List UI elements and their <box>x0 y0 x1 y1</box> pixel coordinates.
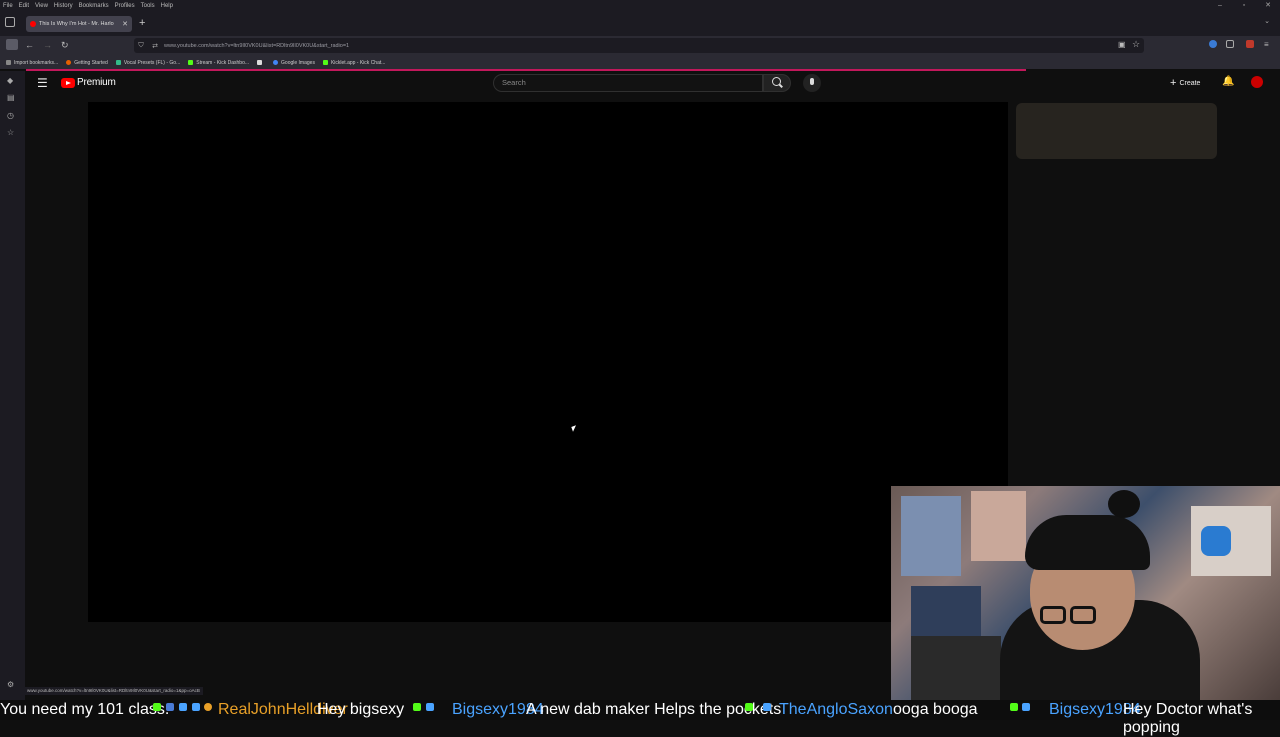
menu-bookmarks[interactable]: Bookmarks <box>76 3 112 9</box>
minimize-button[interactable]: – <box>1208 0 1232 11</box>
google-icon <box>273 60 279 65</box>
history-icon[interactable]: ◷ <box>7 111 14 120</box>
youtube-favicon-icon <box>30 21 36 27</box>
bookmark-s[interactable] <box>257 60 265 65</box>
chat-badge-icon <box>204 703 212 711</box>
reader-view-icon[interactable]: ▣ <box>1118 40 1126 49</box>
browser-sidebar <box>0 71 25 701</box>
menu-bar: File Edit View History Bookmarks Profile… <box>0 0 1280 11</box>
bookmark-kicklet[interactable]: Kicklet.app - Kick Chat... <box>322 60 385 66</box>
chat-message: Hey bigsexy <box>317 701 405 718</box>
chat-badge-icon <box>166 703 174 711</box>
bookmark-icon <box>6 60 11 65</box>
bookmark-vocal-presets[interactable]: Vocal Presets (FL) - Go... <box>115 60 180 66</box>
wall-poster <box>971 491 1026 561</box>
video-player[interactable] <box>88 102 1008 622</box>
new-tab-button[interactable]: + <box>139 17 145 29</box>
bookmarks-bar: Import bookmarks... Getting Started Voca… <box>0 56 1280 69</box>
search-input[interactable]: Search <box>493 74 763 92</box>
bookmark-star-icon[interactable]: ☆ <box>1132 39 1140 50</box>
close-window-button[interactable]: ✕ <box>1256 0 1280 11</box>
kick-badge-icon <box>153 703 161 711</box>
menu-history[interactable]: History <box>51 3 76 9</box>
restore-button[interactable]: ▫ <box>1232 0 1256 11</box>
tab-overflow-icon[interactable]: ⌄ <box>1264 17 1270 25</box>
extension-icon[interactable] <box>1209 40 1217 48</box>
profile-icon[interactable] <box>1246 40 1254 48</box>
sidebar-settings-gear-icon[interactable]: ⚙ <box>7 680 14 689</box>
synced-tabs-icon[interactable]: ▤ <box>7 93 15 102</box>
bookmark-import[interactable]: Import bookmarks... <box>6 60 58 66</box>
tab-active[interactable]: This Is Why I'm Hot - Mr. Harlo ✕ <box>26 16 132 32</box>
sidebar-loading-card <box>1016 103 1217 159</box>
menu-help[interactable]: Help <box>158 3 176 9</box>
streamer-hair <box>1025 515 1150 570</box>
chat-username: TheAngloSaxon <box>779 701 893 718</box>
menu-tools[interactable]: Tools <box>138 3 158 9</box>
youtube-logo-icon[interactable] <box>61 78 75 88</box>
reload-button[interactable]: ↻ <box>61 38 69 52</box>
wall-poster <box>901 496 961 576</box>
account-avatar[interactable] <box>1251 76 1263 88</box>
chat-badge-icon <box>179 703 187 711</box>
ai-chat-icon[interactable]: ◆ <box>7 76 13 85</box>
s-icon <box>257 60 263 65</box>
bookmark-kick-dashboard[interactable]: Stream - Kick Dashbo... <box>188 60 249 66</box>
chat-message: A new dab maker Helps the pockets <box>526 701 782 718</box>
chat-badge-icon <box>426 703 434 711</box>
notifications-bell-icon[interactable]: 🔔 <box>1222 76 1234 87</box>
voice-search-mic-icon[interactable] <box>803 74 821 92</box>
menu-profiles[interactable]: Profiles <box>112 3 138 9</box>
app-menu-icon[interactable]: ≡ <box>1264 38 1269 52</box>
search-icon[interactable] <box>772 77 781 86</box>
chat-message: You need my 101 class. <box>0 701 170 718</box>
forward-button[interactable]: → <box>43 38 52 52</box>
back-button[interactable]: ← <box>25 38 34 52</box>
kick-icon <box>322 60 328 65</box>
tab-strip <box>0 11 1280 36</box>
bookmarks-icon[interactable]: ☆ <box>7 128 14 137</box>
chat-message: Hey Doctor what's popping <box>1123 701 1253 736</box>
extensions-puzzle-icon[interactable] <box>1226 40 1234 48</box>
shield-icon[interactable]: ⛉ <box>134 42 148 50</box>
menu-file[interactable]: File <box>0 3 16 9</box>
streamer-hair-bun <box>1108 490 1140 518</box>
chat-badge-icon <box>763 703 771 711</box>
hamburger-menu-icon[interactable]: ☰ <box>37 76 48 90</box>
window-controls: – ▫ ✕ <box>1208 0 1280 11</box>
chat-badge-icon <box>192 703 200 711</box>
kick-icon <box>188 60 194 65</box>
url-bar[interactable]: ⛉ ⇄ www.youtube.com/watch?v=ltn9Il0VK0U&… <box>134 38 1144 53</box>
list-all-tabs-icon[interactable] <box>5 17 15 27</box>
chat-badge-icon <box>1022 703 1030 711</box>
menu-edit[interactable]: Edit <box>16 3 32 9</box>
tab-title: This Is Why I'm Hot - Mr. Harlo <box>39 21 114 27</box>
create-button[interactable]: + Create <box>1170 76 1200 90</box>
speaker-prop <box>911 636 1001 700</box>
controller-prop <box>1201 526 1231 556</box>
sidebar-toggle-icon[interactable] <box>6 39 18 50</box>
menu-view[interactable]: View <box>32 3 51 9</box>
glasses-left-lens <box>1040 606 1066 624</box>
url-text[interactable]: www.youtube.com/watch?v=ltn9Il0VK0U&list… <box>164 43 349 49</box>
kick-badge-icon <box>1010 703 1018 711</box>
create-label: Create <box>1179 79 1201 87</box>
kick-badge-icon <box>745 703 753 711</box>
link-status-url: www.youtube.com/watch?v=ltn9Il0VK0U&list… <box>24 687 203 695</box>
bookmark-google-images[interactable]: Google Images <box>273 60 315 66</box>
kick-badge-icon <box>413 703 421 711</box>
permissions-icon[interactable]: ⇄ <box>148 42 162 50</box>
plus-icon: + <box>1170 77 1177 89</box>
youtube-premium-logo-text[interactable]: Premium <box>77 77 116 88</box>
bookmark-getting-started[interactable]: Getting Started <box>66 60 108 66</box>
tab-close-icon[interactable]: ✕ <box>122 20 128 28</box>
chat-message: ooga booga <box>893 701 978 718</box>
firefox-icon <box>66 60 72 65</box>
glasses-right-lens <box>1070 606 1096 624</box>
drive-icon <box>115 60 121 65</box>
